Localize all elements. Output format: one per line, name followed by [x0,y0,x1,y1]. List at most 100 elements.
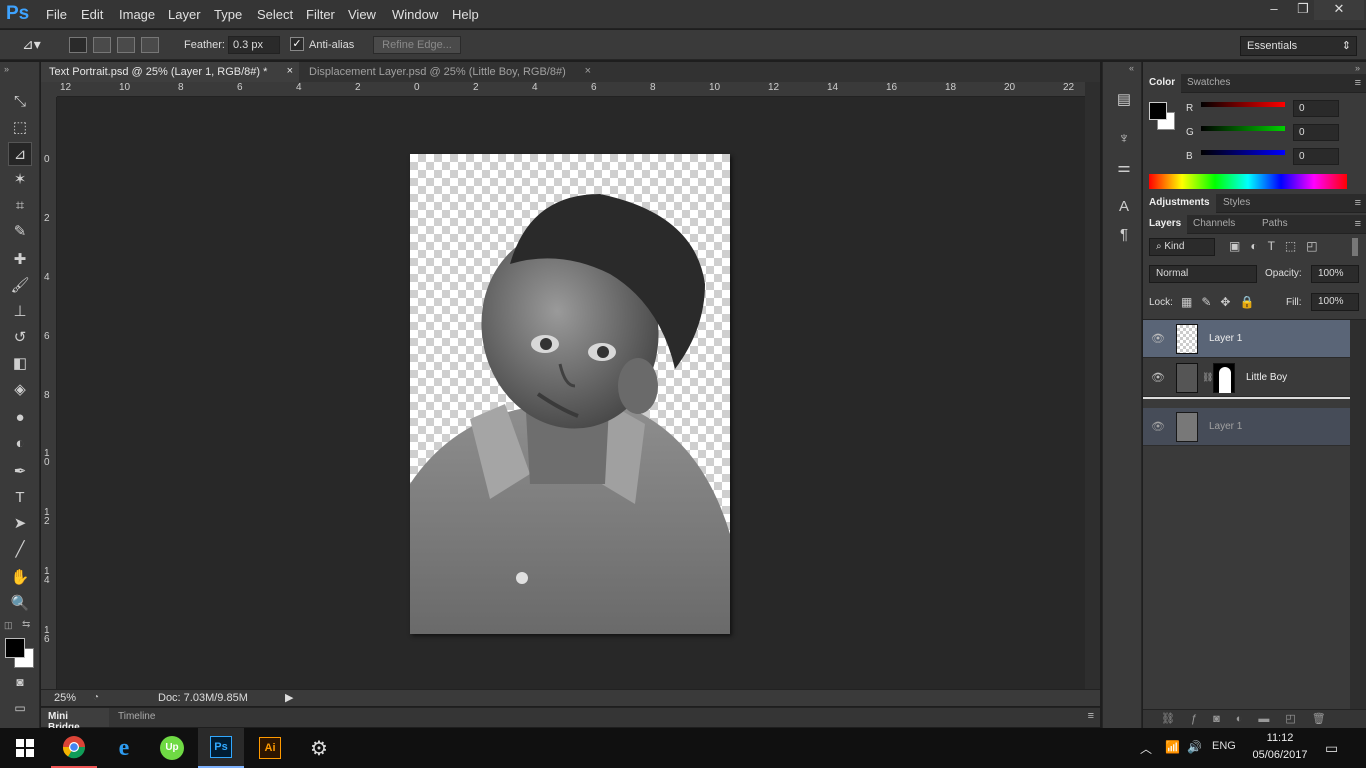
dragging-layer-row[interactable]: 👁 Layer 1 [1143,408,1350,446]
vertical-scrollbar[interactable] [1085,82,1100,689]
layer-list-scrollbar[interactable] [1350,320,1366,710]
blur-tool-icon[interactable]: ● [8,406,32,430]
tab-paths[interactable]: Paths [1256,215,1294,234]
visibility-eye-icon[interactable]: 👁 [1151,371,1165,384]
menu-help[interactable]: Help [452,7,479,22]
steam-icon[interactable]: ⚙ [296,728,342,768]
collapse-dock-icon[interactable]: « [1129,63,1134,73]
collapse-toolbox-icon[interactable]: » [4,64,9,74]
layer-name[interactable]: Layer 1 [1209,421,1242,432]
volume-icon[interactable]: 🔊 [1187,740,1202,754]
blend-mode-select[interactable]: Normal [1149,265,1257,283]
screen-mode-icon[interactable]: ▭ [8,696,32,720]
collapse-panels-icon[interactable]: » [1355,63,1360,73]
red-value[interactable]: 0 [1293,100,1339,117]
polygonal-lasso-preset-icon[interactable]: ⊿▾ [22,36,52,54]
zoom-level[interactable]: 25% [54,692,76,704]
paragraph-panel-icon[interactable]: ¶ [1114,226,1134,246]
foreground-color-swatch[interactable] [1149,102,1167,120]
menu-image[interactable]: Image [119,7,155,22]
show-hidden-icons[interactable]: ︿ [1140,740,1152,757]
menu-select[interactable]: Select [257,7,293,22]
menu-file[interactable]: File [46,7,67,22]
tab-text-portrait[interactable]: Text Portrait.psd @ 25% (Layer 1, RGB/8#… [41,62,299,82]
tab-styles[interactable]: Styles [1217,194,1256,213]
visibility-eye-icon[interactable]: 👁 [1151,420,1165,433]
filter-toggle[interactable] [1352,238,1358,256]
workspace-select[interactable]: Essentials ⇕ [1240,36,1357,56]
add-to-selection-icon[interactable] [93,37,111,53]
subtract-from-selection-icon[interactable] [117,37,135,53]
pen-tool-icon[interactable]: ✒ [8,460,32,484]
tool-presets-icon[interactable]: ⚌ [1114,158,1134,178]
status-menu-arrow-icon[interactable]: ▶ [285,691,293,704]
illustrator-icon[interactable]: Ai [247,728,293,768]
panel-menu-icon[interactable]: ≡ [1088,710,1094,722]
paint-bucket-icon[interactable]: ◈ [8,378,32,402]
tab-displacement-layer[interactable]: Displacement Layer.psd @ 25% (Little Boy… [301,62,597,82]
tab-adjustments[interactable]: Adjustments [1143,194,1216,213]
tab-mini-bridge[interactable]: Mini Bridge [41,708,109,733]
menu-view[interactable]: View [348,7,376,22]
internet-explorer-icon[interactable]: e [101,728,147,768]
lock-icons[interactable]: ▦✎✥🔒 [1181,295,1263,309]
history-panel-icon[interactable]: ▤ [1114,90,1134,110]
green-value[interactable]: 0 [1293,124,1339,141]
layer-row[interactable]: 👁 Layer 1 [1143,320,1350,358]
clock-date[interactable]: 05/06/2017 [1246,749,1314,761]
move-tool-icon[interactable]: ⤡ [8,90,32,114]
tab-layers[interactable]: Layers [1143,215,1188,234]
panel-menu-icon[interactable]: ≡ [1355,197,1361,209]
layer-action-icons[interactable]: ⛓ƒ◙◐▬◰🗑 [1161,712,1342,725]
dodge-tool-icon[interactable]: ◐ [8,432,32,456]
lasso-tool-icon[interactable]: ⊿ [8,142,32,166]
zoom-tool-icon[interactable]: 🔍 [8,592,32,616]
menu-filter[interactable]: Filter [306,7,335,22]
close-icon[interactable]: × [585,65,591,77]
clock-time[interactable]: 11:12 [1250,732,1310,744]
menu-layer[interactable]: Layer [168,7,201,22]
status-options-icon[interactable]: ◔ [93,692,107,704]
brush-presets-icon[interactable]: ♆ [1114,130,1134,150]
brush-tool-icon[interactable]: 🖌 [8,274,32,298]
photoshop-taskbar-icon[interactable]: Ps [198,728,244,768]
tab-color[interactable]: Color [1143,74,1182,93]
windows-start-icon[interactable] [2,728,48,768]
close-button[interactable]: ✕ [1314,0,1364,20]
upwork-icon[interactable]: Up [149,728,195,768]
tab-timeline[interactable]: Timeline [111,708,162,727]
eraser-icon[interactable]: ◧ [8,352,32,376]
clone-stamp-icon[interactable]: ⊥ [8,300,32,324]
history-brush-icon[interactable]: ↺ [8,326,32,350]
type-tool-icon[interactable]: T [8,486,32,510]
red-slider[interactable] [1201,102,1285,107]
tab-swatches[interactable]: Swatches [1181,74,1236,93]
notifications-icon[interactable]: ▭ [1325,740,1338,757]
tab-channels[interactable]: Channels [1187,215,1241,234]
opacity-input[interactable]: 100% [1311,265,1359,283]
crop-tool-icon[interactable]: ⌗ [8,194,32,218]
wifi-icon[interactable]: 📶 [1165,740,1180,754]
close-icon[interactable]: × [287,65,293,77]
healing-brush-icon[interactable]: ✚ [8,248,32,272]
layer-name[interactable]: Little Boy [1246,372,1287,383]
path-selection-icon[interactable]: ➤ [8,512,32,536]
menu-edit[interactable]: Edit [81,7,103,22]
green-slider[interactable] [1201,126,1285,131]
chrome-icon[interactable] [51,728,97,768]
refine-edge-button[interactable]: Refine Edge... [373,36,461,54]
character-panel-icon[interactable]: A [1114,198,1134,218]
panel-menu-icon[interactable]: ≡ [1355,218,1361,230]
marquee-tool-icon[interactable]: ⬚ [8,116,32,140]
panel-menu-icon[interactable]: ≡ [1355,77,1361,89]
menu-type[interactable]: Type [214,7,242,22]
color-spectrum-bar[interactable] [1149,174,1347,189]
layer-kind-filter[interactable]: ⌕ Kind [1149,238,1215,256]
layer-name[interactable]: Layer 1 [1209,333,1242,344]
quick-mask-icon[interactable]: ◙ [8,670,32,694]
intersect-selection-icon[interactable] [141,37,159,53]
antialias-checkbox[interactable]: ✓ [290,37,304,51]
line-tool-icon[interactable]: ╱ [8,538,32,562]
document-canvas[interactable] [410,154,730,634]
layer-filter-icons[interactable]: ▣◐T⬚◰ [1229,239,1328,253]
